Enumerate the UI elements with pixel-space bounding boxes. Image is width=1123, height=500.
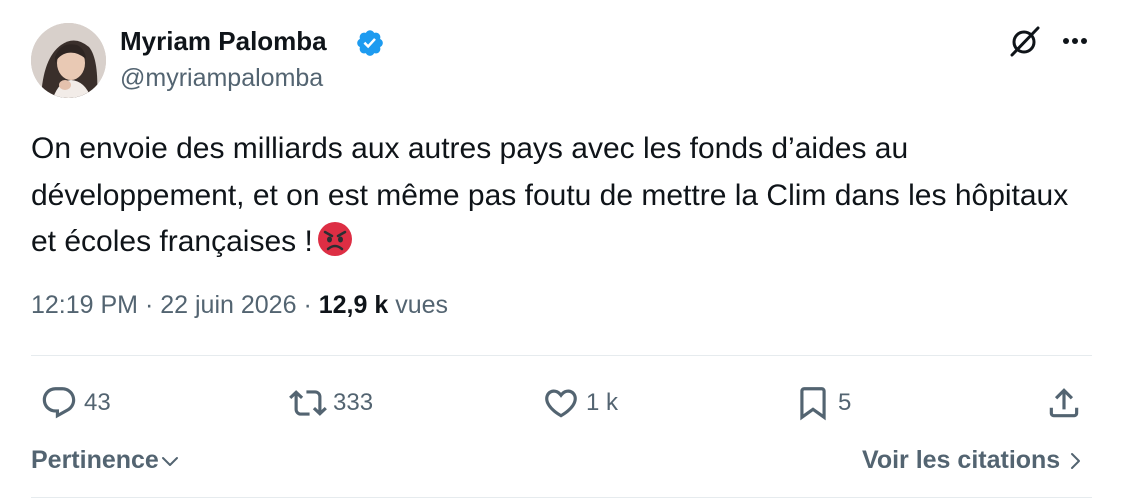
tweet-meta: 12:19 PM · 22 juin 2026 · 12,9 k vues	[31, 291, 448, 320]
angry-face-icon	[317, 221, 353, 257]
bookmark-count: 5	[838, 389, 852, 416]
share-icon	[1049, 388, 1079, 418]
heart-icon	[545, 389, 577, 418]
repost-count: 333	[333, 389, 374, 416]
chevron-right-icon	[1071, 452, 1081, 469]
chevron-down-icon	[161, 456, 178, 466]
bookmark-button[interactable]: 5	[794, 384, 851, 422]
author-handle[interactable]: @myriampalomba	[120, 64, 323, 93]
reply-count: 43	[84, 389, 111, 416]
tweet-time[interactable]: 12:19 PM	[31, 291, 138, 319]
sort-dropdown[interactable]: Pertinence	[31, 446, 181, 475]
avatar[interactable]	[31, 23, 106, 98]
like-button[interactable]: 1 k	[542, 384, 618, 422]
avatar-photo	[31, 23, 106, 98]
repost-button[interactable]: 333	[289, 384, 373, 422]
share-button[interactable]	[1045, 384, 1083, 422]
views-label: vues	[395, 291, 448, 319]
meta-separator: ·	[303, 291, 312, 319]
meta-separator: ·	[144, 291, 154, 319]
quotes-label: Voir les citations	[862, 446, 1061, 474]
view-quotes-link[interactable]: Voir les citations	[862, 446, 1086, 475]
reply-icon	[42, 387, 76, 419]
bookmark-icon	[800, 387, 826, 421]
author-name[interactable]: Myriam Palomba	[120, 26, 327, 57]
sort-label: Pertinence	[31, 446, 159, 474]
reply-button[interactable]: 43	[40, 384, 111, 422]
views-count[interactable]: 12,9 k	[319, 291, 389, 319]
divider	[31, 497, 1092, 498]
tweet-body: On envoie des milliards aux autres pays …	[31, 132, 1069, 258]
grok-icon[interactable]	[1008, 24, 1042, 58]
verified-badge-icon	[355, 28, 385, 58]
divider	[31, 355, 1092, 356]
more-options-icon[interactable]	[1057, 24, 1093, 58]
repost-icon	[289, 390, 327, 416]
tweet-text: On envoie des milliards aux autres pays …	[31, 126, 1091, 266]
like-count: 1 k	[586, 389, 619, 416]
tweet-date[interactable]: 22 juin 2026	[160, 291, 296, 319]
